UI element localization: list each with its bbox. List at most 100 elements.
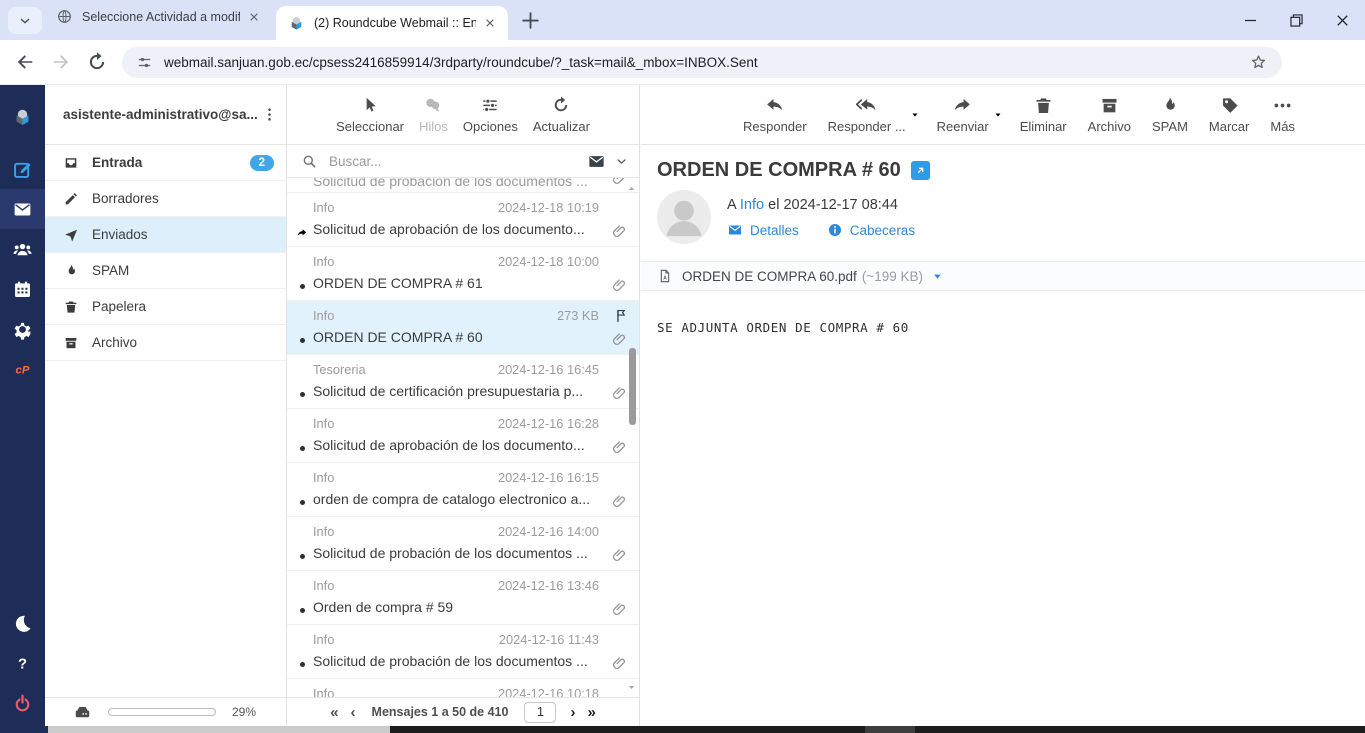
rail-item-settings[interactable] [0,309,45,349]
back-button[interactable] [14,51,36,73]
rail-item-calendar[interactable] [0,269,45,309]
folder-item-entrada[interactable]: Entrada 2 [45,145,286,181]
toolbar-label: Responder [743,119,807,134]
unread-dot-icon [296,334,308,346]
first-page-button[interactable]: « [330,705,338,720]
prev-page-button[interactable]: ‹ [351,705,356,720]
rail-item-logout[interactable] [0,683,45,723]
close-tab-icon[interactable] [482,15,498,31]
list-toolbar-actualizar-button[interactable]: Actualizar [533,95,590,134]
rail-item-dark-mode[interactable] [0,603,45,643]
site-settings-icon[interactable] [136,54,153,71]
message-from: Info [313,254,335,269]
window-controls [1227,0,1365,40]
new-tab-button[interactable] [518,8,543,33]
message-subject: Solicitud de probación de los documentos… [313,653,588,669]
last-page-button[interactable]: » [587,705,595,720]
app-rail: cP? [0,85,45,726]
message-toolbar-reenviar-button[interactable]: Reenviar [937,95,1001,134]
browser-tab-strip: Seleccione Actividad a modifica (2) Round… [0,0,1365,40]
message-row[interactable]: Info 2024-12-16 11:43 Solicitud de probaci… [287,625,639,679]
row-meta: Info 2024-12-16 16:15 [313,469,599,486]
message-row[interactable]: Info 273 KB ORDEN DE COMPRA # 60 [287,301,639,355]
message-toolbar-archivo-button[interactable]: Archivo [1088,95,1131,134]
message-toolbar-spam-button[interactable]: SPAM [1152,95,1188,134]
scrollbar-thumb[interactable] [629,348,636,425]
close-tab-icon[interactable] [246,9,262,25]
list-toolbar-opciones-button[interactable]: Opciones [463,95,518,134]
dropdown-caret-icon[interactable] [993,108,1003,118]
folder-item-enviados[interactable]: Enviados [45,217,286,253]
folder-item-papelera[interactable]: Papelera [45,289,286,325]
toolbar-label: Hilos [419,119,448,134]
message-date: 2024-12-16 16:45 [497,362,599,377]
address-bar[interactable]: webmail.sanjuan.gob.ec/cpsess2416859914/… [122,47,1282,78]
message-date: 2024-12-16 11:43 [498,632,599,647]
message-row[interactable]: Info 2024-12-18 10:00 ORDEN DE COMPRA # 61 [287,247,639,301]
search-input[interactable] [327,152,587,170]
unread-count-badge: 2 [249,154,274,171]
folder-item-spam[interactable]: SPAM [45,253,286,289]
browser-tab-2[interactable]: (2) Roundcube Webmail :: Envia [276,6,508,40]
rail-item-help[interactable]: ? [0,643,45,683]
restore-button[interactable] [1273,0,1319,40]
url-text[interactable]: webmail.sanjuan.gob.ec/cpsess2416859914/… [164,55,1249,70]
message-row[interactable]: Info 2024-12-16 13:46 Orden de compra # 59 [287,571,639,625]
headers-link[interactable]: Cabeceras [827,222,915,238]
quota-bar [108,708,216,716]
message-row[interactable]: Info 2024-12-16 10:18 [287,679,639,697]
attachment-paperclip-icon [611,178,628,187]
details-link[interactable]: Detalles [727,222,799,238]
message-row[interactable]: Tesoreria 2024-12-16 16:45 Solicitud de ce… [287,355,639,409]
folder-item-archivo[interactable]: Archivo [45,325,286,361]
dropdown-caret-icon[interactable] [910,108,920,118]
browser-tab-1[interactable]: Seleccione Actividad a modifica [44,8,272,25]
next-page-button[interactable]: › [570,705,575,720]
trash-icon [63,299,79,315]
recipient-link[interactable]: Info [740,197,764,213]
search-scope-mail-icon[interactable] [587,152,606,171]
message-toolbar-marcar-button[interactable]: Marcar [1209,95,1249,134]
page-number-input[interactable] [524,701,557,723]
rail-item-mail[interactable] [0,189,45,229]
toolbar-label: Actualizar [532,119,590,134]
minimize-button[interactable] [1227,0,1273,40]
rail-item-cpanel[interactable]: cP [0,349,45,389]
message-row[interactable]: Info 2024-12-16 16:15 orden de compra de c… [287,463,639,517]
row-meta: Info 2024-12-16 14:00 [313,523,599,540]
open-in-new-window-icon[interactable] [910,161,930,180]
message-row[interactable]: Solicitud de probación de los documentos… [287,178,639,193]
tab-title: (2) Roundcube Webmail :: Envia [314,16,476,30]
message-row[interactable]: Info 2024-12-18 10:19 Solicitud de aprobac… [287,193,639,247]
message-toolbar-m-s-button[interactable]: Más [1270,95,1295,134]
bookmark-star-icon[interactable] [1249,53,1268,72]
scroll-down-arrow[interactable] [627,683,636,692]
attachment-menu-caret-icon[interactable] [931,270,944,283]
message-toolbar-eliminar-button[interactable]: Eliminar [1020,95,1067,134]
message-date: 2024-12-18 10:00 [497,254,599,269]
message-row[interactable]: Info 2024-12-16 16:28 Solicitud de aprobac… [287,409,639,463]
list-toolbar-seleccionar-button[interactable]: Seleccionar [336,95,404,134]
scroll-up-arrow[interactable] [627,184,636,193]
rail-item-contacts[interactable] [0,229,45,269]
forward-button[interactable] [50,51,72,73]
search-options-chevron-icon[interactable] [614,154,629,169]
close-window-button[interactable] [1319,0,1365,40]
message-subject: ORDEN DE COMPRA # 60 [313,329,483,345]
message-row[interactable]: Info 2024-12-16 14:00 Solicitud de probaci… [287,517,639,571]
message-toolbar-responder-button[interactable]: Responder ... [828,95,918,134]
rail-item-compose[interactable] [0,149,45,189]
message-date: 2024-12-16 14:00 [497,524,599,539]
reload-button[interactable] [86,51,108,73]
message-toolbar-responder-button[interactable]: Responder [743,95,807,134]
attachment-filename[interactable]: ORDEN DE COMPRA 60.pdf [682,269,857,284]
message-subject: Solicitud de aprobación de los documento… [313,221,585,237]
message-date: 2024-12-16 16:28 [497,416,599,431]
rail-item-roundcube-logo[interactable] [0,97,45,137]
tab-list-button[interactable] [8,7,42,34]
folder-item-borradores[interactable]: Borradores [45,181,286,217]
attachment-paperclip-icon [611,277,628,294]
folder-pane: asistente-administrativo@sa... Entrada 2 B… [45,85,287,726]
attachment-bar[interactable]: A ORDEN DE COMPRA 60.pdf (~199 KB) [641,261,1365,291]
account-menu-icon[interactable] [261,106,278,123]
